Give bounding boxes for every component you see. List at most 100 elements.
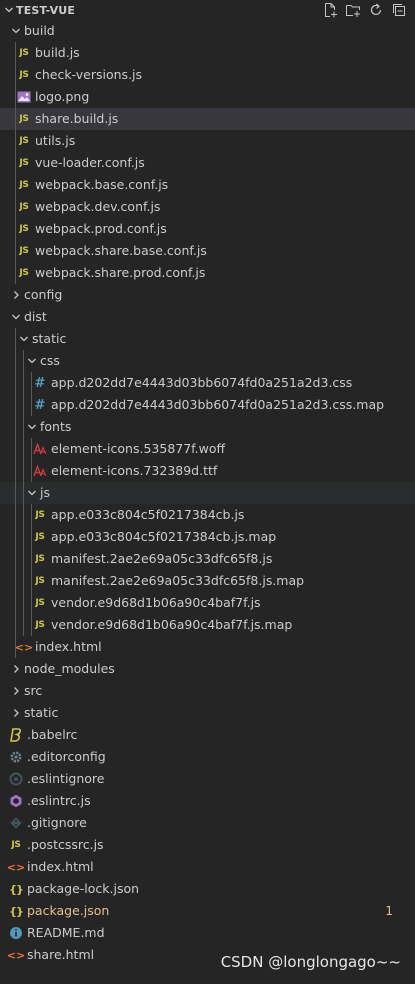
indent-guide (23, 350, 24, 372)
file-label: manifest.2ae2e69a05c33dfc65f8.js (51, 551, 273, 566)
indent-guide (15, 416, 16, 438)
file-label: element-icons.732389d.ttf (51, 463, 218, 478)
file-label: README.md (27, 925, 105, 940)
file-tree: build JS build.js JS check-versions.js logo.p… (0, 20, 415, 966)
file-row[interactable]: <> index.html (0, 636, 415, 658)
chevron-down-icon[interactable] (24, 416, 40, 438)
file-row[interactable]: JS webpack.base.conf.js (0, 174, 415, 196)
file-row[interactable]: .babelrc (0, 724, 415, 746)
file-row[interactable]: <> index.html (0, 856, 415, 878)
file-row[interactable]: # app.d202dd7e4443d03bb6074fd0a251a2d3.cs… (0, 394, 415, 416)
js-icon: JS (35, 554, 45, 564)
chevron-down-icon[interactable] (16, 328, 32, 350)
gear-icon (8, 746, 24, 768)
js-icon: JS (19, 114, 29, 124)
indent-guide (15, 130, 16, 152)
file-label: webpack.base.conf.js (35, 177, 169, 192)
file-row[interactable]: JS manifest.2ae2e69a05c33dfc65f8.js (0, 548, 415, 570)
folder-row[interactable]: src (0, 680, 415, 702)
file-label: .eslintignore (27, 771, 105, 786)
indent-guide (15, 614, 16, 636)
new-file-icon[interactable] (322, 2, 338, 18)
file-row[interactable]: JS webpack.share.base.conf.js (0, 240, 415, 262)
file-row[interactable]: JS vendor.e9d68d1b06a90c4baf7f.js (0, 592, 415, 614)
css-icon: # (34, 397, 46, 413)
file-row[interactable]: JS .postcssrc.js (0, 834, 415, 856)
js-icon: JS (19, 70, 29, 80)
file-row[interactable]: JS vue-loader.conf.js (0, 152, 415, 174)
file-row[interactable]: JS webpack.dev.conf.js (0, 196, 415, 218)
file-row[interactable]: JS manifest.2ae2e69a05c33dfc65f8.js.map (0, 570, 415, 592)
indent-guide (15, 328, 16, 350)
folder-row[interactable]: static (0, 328, 415, 350)
file-label: app.d202dd7e4443d03bb6074fd0a251a2d3.css… (51, 397, 385, 412)
file-row[interactable]: JS utils.js (0, 130, 415, 152)
file-row[interactable]: JS share.build.js (0, 108, 415, 130)
folder-row[interactable]: static (0, 702, 415, 724)
file-row[interactable]: # app.d202dd7e4443d03bb6074fd0a251a2d3.cs… (0, 372, 415, 394)
file-row[interactable]: JS build.js (0, 42, 415, 64)
file-label: package.json (27, 903, 110, 918)
folder-row[interactable]: config (0, 284, 415, 306)
chevron-down-icon[interactable] (8, 306, 24, 328)
folder-label: css (40, 353, 60, 368)
file-row[interactable]: .gitignore (0, 812, 415, 834)
chevron-right-icon[interactable] (8, 658, 24, 680)
file-label: manifest.2ae2e69a05c33dfc65f8.js.map (51, 573, 305, 588)
eslint-icon (8, 790, 24, 812)
file-row[interactable]: .editorconfig (0, 746, 415, 768)
indent-guide (15, 438, 16, 460)
indent-guide (15, 636, 16, 658)
json-icon: {} (9, 904, 24, 918)
indent-guide (23, 394, 24, 416)
folder-label: dist (24, 309, 47, 324)
refresh-icon[interactable] (368, 2, 384, 18)
folder-row[interactable]: fonts (0, 416, 415, 438)
file-row[interactable]: .eslintignore (0, 768, 415, 790)
indent-guide (15, 152, 16, 174)
file-row[interactable]: JS vendor.e9d68d1b06a90c4baf7f.js.map (0, 614, 415, 636)
chevron-right-icon[interactable] (8, 702, 24, 724)
chevron-right-icon[interactable] (8, 680, 24, 702)
file-row[interactable]: JS app.e033c804c5f0217384cb.js (0, 504, 415, 526)
indent-guide (15, 240, 16, 262)
file-label: webpack.share.base.conf.js (35, 243, 207, 258)
collapse-all-icon[interactable] (391, 2, 407, 18)
file-row[interactable]: JS check-versions.js (0, 64, 415, 86)
file-row[interactable]: {} package-lock.json (0, 878, 415, 900)
js-icon: JS (19, 48, 29, 58)
file-row[interactable]: {} package.json 1 (0, 900, 415, 922)
file-row[interactable]: JS webpack.prod.conf.js (0, 218, 415, 240)
folder-label: js (40, 485, 50, 500)
indent-guide (15, 350, 16, 372)
file-row[interactable]: logo.png (0, 86, 415, 108)
file-label: element-icons.535877f.woff (51, 441, 226, 456)
folder-row[interactable]: build (0, 20, 415, 42)
indent-guide (15, 218, 16, 240)
chevron-down-icon[interactable] (8, 20, 24, 42)
file-label: app.e033c804c5f0217384cb.js.map (51, 529, 277, 544)
folder-row[interactable]: node_modules (0, 658, 415, 680)
file-label: vendor.e9d68d1b06a90c4baf7f.js.map (51, 617, 293, 632)
file-row[interactable]: README.md (0, 922, 415, 944)
file-row[interactable]: element-icons.535877f.woff (0, 438, 415, 460)
folder-label: src (24, 683, 43, 698)
folder-row[interactable]: js (0, 482, 415, 504)
file-row[interactable]: JS app.e033c804c5f0217384cb.js.map (0, 526, 415, 548)
file-row[interactable]: .eslintrc.js (0, 790, 415, 812)
file-row[interactable]: element-icons.732389d.ttf (0, 460, 415, 482)
image-icon (16, 86, 32, 108)
chevron-down-icon[interactable] (24, 350, 40, 372)
new-folder-icon[interactable] (345, 2, 361, 18)
chevron-right-icon[interactable] (8, 284, 24, 306)
indent-guide (31, 570, 32, 592)
chevron-down-icon[interactable] (2, 5, 16, 15)
explorer-title[interactable]: TEST-VUE (16, 4, 75, 17)
chevron-down-icon[interactable] (24, 482, 40, 504)
folder-row[interactable]: dist (0, 306, 415, 328)
folder-row[interactable]: css (0, 350, 415, 372)
file-label: webpack.share.prod.conf.js (35, 265, 206, 280)
js-icon: JS (35, 576, 45, 586)
file-row[interactable]: JS webpack.share.prod.conf.js (0, 262, 415, 284)
git-icon (8, 812, 24, 834)
